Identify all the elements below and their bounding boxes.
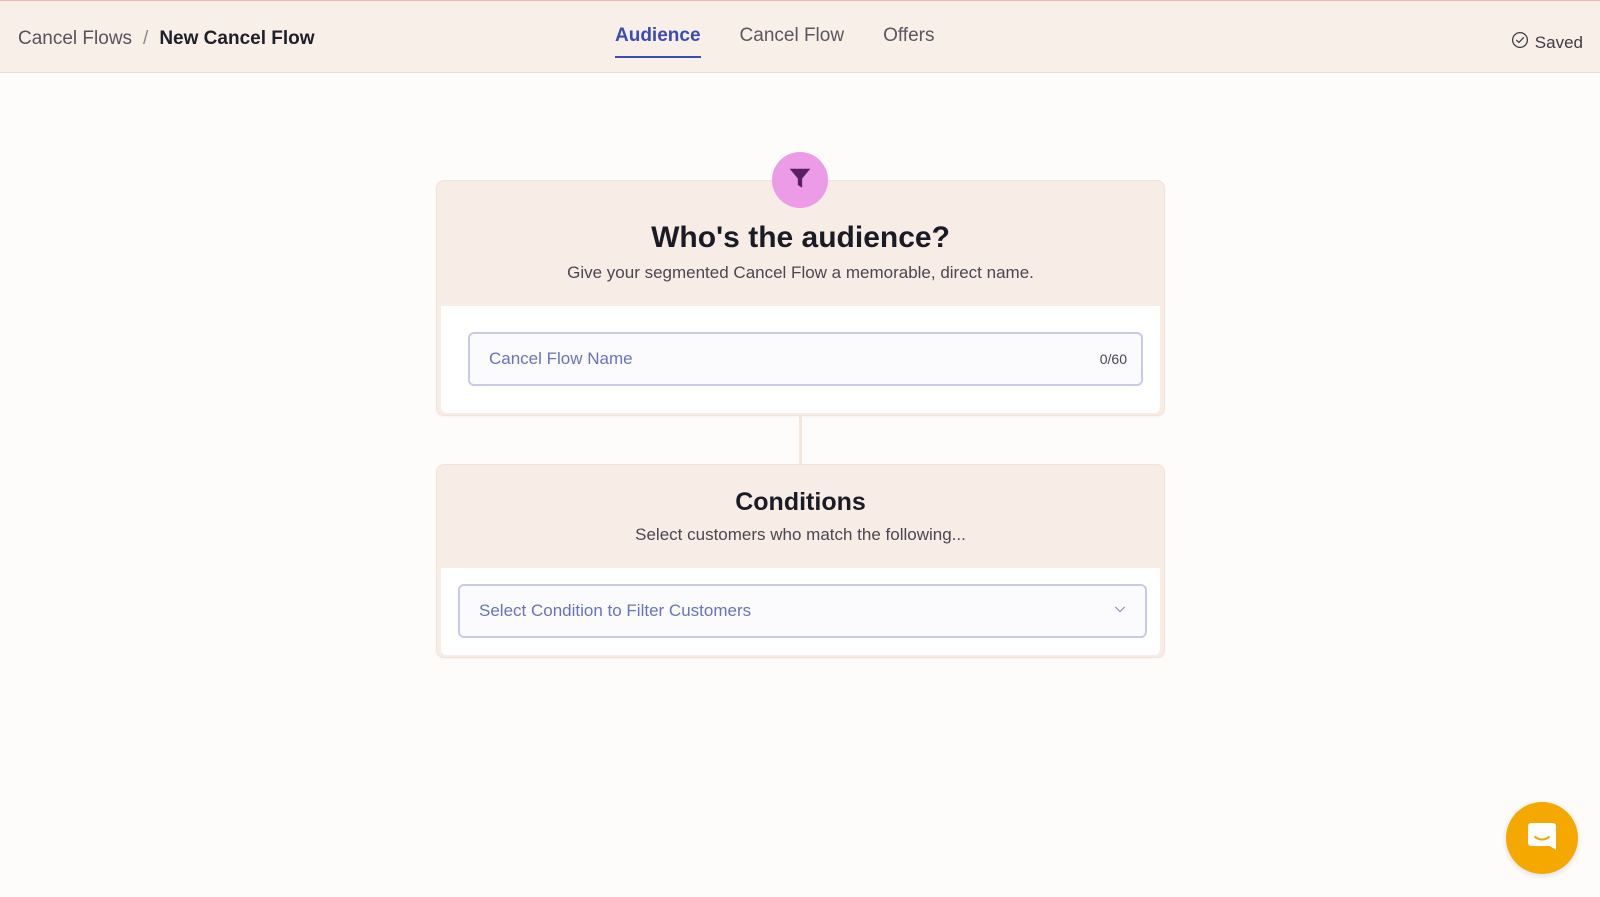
card-connector-line	[799, 416, 802, 464]
saved-status: Saved	[1511, 31, 1583, 54]
cancel-flow-name-input[interactable]	[489, 349, 1100, 369]
tab-bar: Audience Cancel Flow Offers	[615, 25, 934, 58]
tab-audience[interactable]: Audience	[615, 25, 701, 58]
breadcrumb-current-page: New Cancel Flow	[159, 28, 315, 49]
saved-status-label: Saved	[1534, 32, 1583, 52]
condition-select-placeholder: Select Condition to Filter Customers	[479, 601, 752, 620]
chat-launcher-button[interactable]	[1506, 802, 1578, 874]
funnel-icon	[787, 165, 813, 196]
cancel-flow-name-field[interactable]: 0/60	[468, 332, 1143, 386]
breadcrumb-separator: /	[143, 28, 149, 49]
conditions-card-header: Conditions Select customers who match th…	[437, 465, 1164, 568]
conditions-card: Conditions Select customers who match th…	[436, 464, 1165, 658]
audience-subtitle: Give your segmented Cancel Flow a memora…	[567, 263, 1034, 282]
audience-card: Who's the audience? Give your segmented …	[436, 180, 1165, 416]
character-counter: 0/60	[1099, 351, 1127, 367]
top-bar: Cancel Flows / New Cancel Flow Audience …	[0, 0, 1600, 73]
chevron-down-icon	[1113, 602, 1127, 621]
chat-icon	[1524, 818, 1560, 859]
conditions-card-body: Select Condition to Filter Customers	[441, 568, 1160, 655]
condition-select[interactable]: Select Condition to Filter Customers	[458, 584, 1147, 638]
tab-offers[interactable]: Offers	[883, 25, 934, 58]
check-circle-icon	[1511, 31, 1529, 54]
audience-card-body: 0/60	[441, 306, 1160, 413]
conditions-subtitle: Select customers who match the following…	[635, 524, 966, 544]
tab-cancel-flow[interactable]: Cancel Flow	[740, 25, 845, 58]
breadcrumb: Cancel Flows / New Cancel Flow	[18, 28, 315, 50]
audience-title: Who's the audience?	[651, 221, 950, 254]
conditions-title: Conditions	[735, 488, 866, 516]
funnel-badge	[772, 152, 828, 208]
breadcrumb-cancel-flows-link[interactable]: Cancel Flows	[18, 28, 132, 50]
